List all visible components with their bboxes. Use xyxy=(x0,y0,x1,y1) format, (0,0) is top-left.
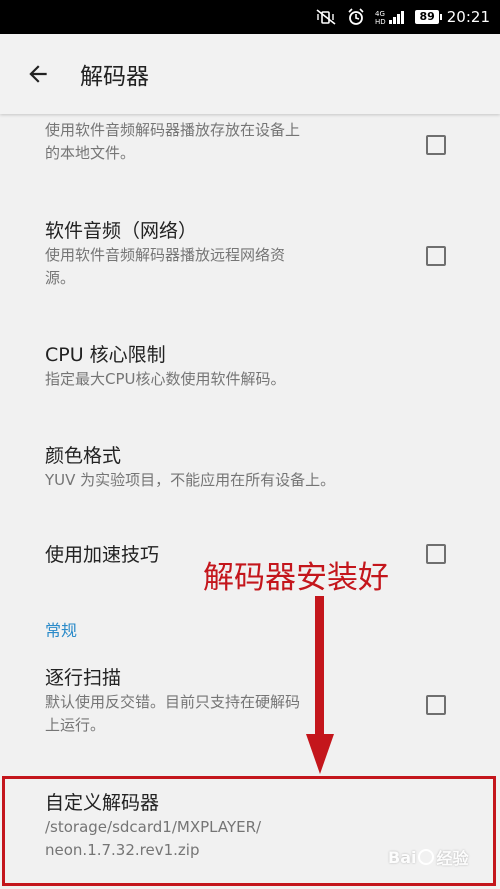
pref-title: 软件音频（网络） xyxy=(45,220,198,242)
watermark-text-right: 经验 xyxy=(436,849,469,868)
pref-summary-line: 默认使用反交错。目前只支持在硬解码 xyxy=(45,693,301,711)
signal-icon: 4G HD xyxy=(375,9,405,25)
pref-color-format[interactable]: 颜色格式 YUV 为实验项目，不能应用在所有设备上。 xyxy=(0,443,500,503)
paw-icon xyxy=(418,849,435,865)
pref-summary-line: 的本地文件。 xyxy=(45,144,136,162)
pref-summary-line: 使用软件音频解码器播放远程网络资 xyxy=(45,246,286,264)
pref-software-audio-network[interactable]: 软件音频（网络） 使用软件音频解码器播放远程网络资 源。 xyxy=(0,218,500,300)
checkbox[interactable] xyxy=(426,544,446,564)
arrow-left-icon xyxy=(29,65,47,83)
svg-text:4G: 4G xyxy=(375,10,385,18)
pref-deinterlace[interactable]: 逐行扫描 默认使用反交错。目前只支持在硬解码 上运行。 xyxy=(0,665,500,747)
watermark-text-left: Bai xyxy=(388,847,417,867)
pref-title: 颜色格式 xyxy=(45,445,122,467)
alarm-icon xyxy=(347,8,365,26)
mute-vibrate-icon xyxy=(315,9,337,25)
toolbar: 解码器 xyxy=(0,34,500,114)
pref-summary-line: 使用软件音频解码器播放存放在设备上 xyxy=(45,121,301,139)
svg-text:HD: HD xyxy=(375,18,386,25)
category-header-general: 常规 xyxy=(45,621,78,640)
checkbox[interactable] xyxy=(426,695,446,715)
annotation-text: 解码器安装好 xyxy=(203,560,389,596)
battery-indicator: 89 xyxy=(415,10,443,24)
pref-title: CPU 核心限制 xyxy=(45,344,166,366)
pref-summary-line: 指定最大CPU核心数使用软件解码。 xyxy=(45,370,286,388)
pref-summary-line: 源。 xyxy=(45,269,76,287)
back-button[interactable] xyxy=(22,58,54,90)
arrow-down-icon xyxy=(306,596,334,774)
status-bar: 4G HD 89 20:21 xyxy=(0,0,500,34)
checkbox[interactable] xyxy=(426,246,446,266)
pref-summary-line: 上运行。 xyxy=(45,716,106,734)
checkbox[interactable] xyxy=(426,135,446,155)
page-title: 解码器 xyxy=(80,64,149,90)
pref-title: 逐行扫描 xyxy=(45,667,122,689)
highlight-box xyxy=(2,776,496,886)
baidu-watermark: Bai 经验 xyxy=(388,845,469,869)
pref-summary-line: YUV 为实验项目，不能应用在所有设备上。 xyxy=(45,471,336,489)
clock: 20:21 xyxy=(446,8,490,26)
pref-cpu-core-limit[interactable]: CPU 核心限制 指定最大CPU核心数使用软件解码。 xyxy=(0,342,500,402)
